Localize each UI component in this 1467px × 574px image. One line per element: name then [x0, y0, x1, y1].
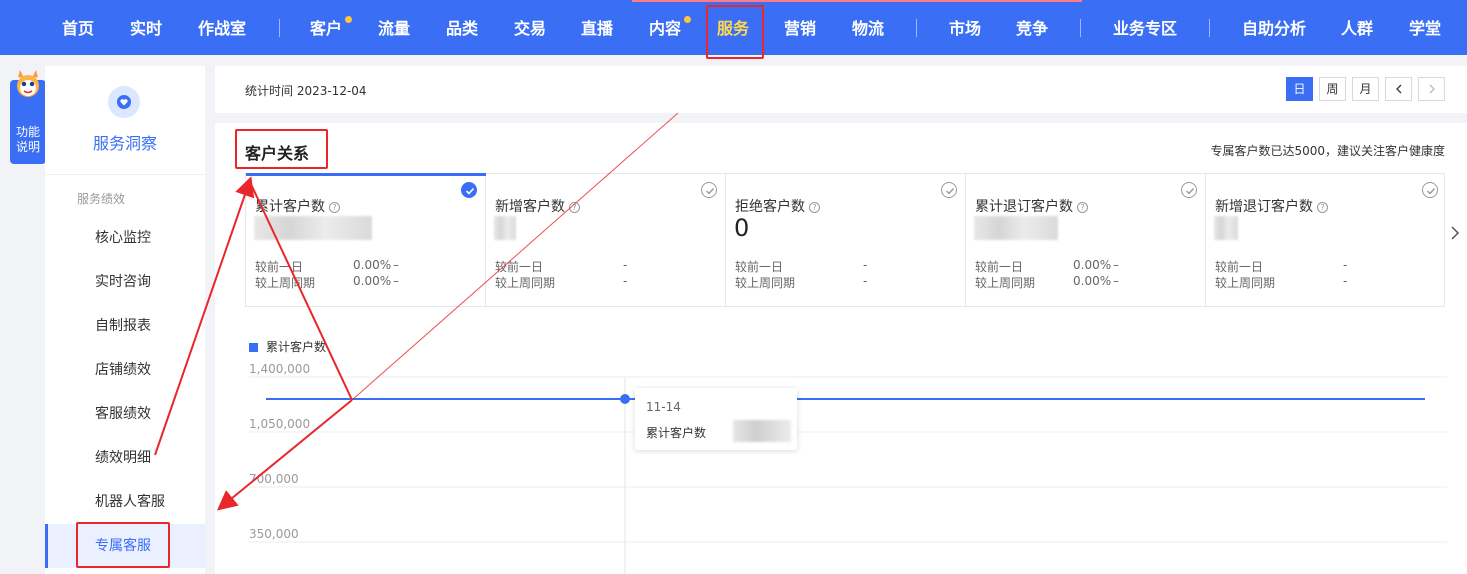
nav-home[interactable]: 首页 — [62, 0, 94, 55]
nav-live[interactable]: 直播 — [581, 0, 613, 55]
nav-separator — [916, 19, 917, 37]
period-day-button[interactable]: 日 — [1286, 77, 1313, 101]
period-month-button[interactable]: 月 — [1352, 77, 1379, 101]
next-date-button[interactable] — [1418, 77, 1445, 101]
chevron-right-icon — [1429, 84, 1435, 94]
nav-content[interactable]: 内容 — [649, 0, 681, 55]
nav-traffic[interactable]: 流量 — [378, 0, 410, 55]
sidebar-item-performance-detail[interactable]: 绩效明细 — [45, 436, 205, 480]
sidebar-item-cs-performance[interactable]: 客服绩效 — [45, 392, 205, 436]
nav-realtime[interactable]: 实时 — [130, 0, 162, 55]
helper-label-line2: 说明 — [15, 140, 40, 154]
date-toolbar: 统计时间 2023-12-04 日 周 月 — [215, 66, 1467, 113]
customer-relationship-card: 客户关系 专属客户数已达5000，建议关注客户健康度 累计客户数? 较前一日 0.… — [215, 123, 1467, 574]
y-tick-label: 1,400,000 — [249, 362, 310, 376]
period-week-button[interactable]: 周 — [1319, 77, 1346, 101]
nav-war-room[interactable]: 作战室 — [198, 0, 246, 55]
y-tick-label: 350,000 — [249, 527, 299, 541]
chart-tooltip: 11-14 累计客户数 — [635, 388, 797, 450]
nav-marketing[interactable]: 营销 — [784, 0, 816, 55]
y-tick-label: 1,050,000 — [249, 417, 310, 431]
nav-transaction[interactable]: 交易 — [514, 0, 546, 55]
nav-separator — [1209, 19, 1210, 37]
sidebar-item-core-monitor[interactable]: 核心监控 — [45, 216, 205, 260]
nav-self-analysis[interactable]: 自助分析 — [1242, 0, 1306, 55]
nav-academy[interactable]: 学堂 — [1409, 0, 1441, 55]
highlight-box-service — [706, 5, 764, 59]
helper-label-line1: 功能 — [15, 125, 40, 139]
nav-separator — [279, 19, 280, 37]
highlight-box-dedicated-cs — [76, 522, 170, 568]
prev-date-button[interactable] — [1385, 77, 1412, 101]
sidebar-item-robot-cs[interactable]: 机器人客服 — [45, 480, 205, 524]
service-insight-logo — [108, 86, 140, 118]
feature-help-tab[interactable]: 功能 说明 — [10, 70, 46, 164]
nav-market[interactable]: 市场 — [949, 0, 981, 55]
sidebar-item-store-performance[interactable]: 店铺绩效 — [45, 348, 205, 392]
chevron-left-icon — [1395, 84, 1401, 94]
data-point-highlight — [620, 394, 630, 404]
tooltip-value-redacted — [733, 420, 791, 442]
heart-shield-icon — [117, 95, 131, 109]
nav-customer[interactable]: 客户 — [310, 0, 342, 55]
tooltip-date: 11-14 — [646, 400, 681, 414]
sidebar-item-custom-report[interactable]: 自制报表 — [45, 304, 205, 348]
nav-category[interactable]: 品类 — [446, 0, 478, 55]
nav-business-zone[interactable]: 业务专区 — [1113, 0, 1177, 55]
y-tick-label: 700,000 — [249, 472, 299, 486]
nav-customer-badge-dot — [345, 16, 352, 23]
nav-crowd[interactable]: 人群 — [1341, 0, 1373, 55]
sidebar: 服务洞察 服务绩效 核心监控 实时咨询 自制报表 店铺绩效 客服绩效 绩效明细 … — [45, 66, 205, 574]
nav-content-badge-dot — [684, 16, 691, 23]
tooltip-series-label: 累计客户数 — [646, 426, 707, 440]
nav-separator — [1080, 19, 1081, 37]
sidebar-group-label: 服务绩效 — [77, 192, 126, 206]
sidebar-divider — [45, 174, 205, 175]
sidebar-item-realtime-consult[interactable]: 实时咨询 — [45, 260, 205, 304]
stat-date-label: 统计时间 2023-12-04 — [245, 84, 367, 98]
customer-trend-chart: 1,400,000 1,050,000 700,000 350,000 — [249, 362, 1447, 574]
sidebar-title: 服务洞察 — [92, 134, 157, 153]
nav-logistics[interactable]: 物流 — [852, 0, 884, 55]
highlight-box-section-title — [235, 129, 328, 169]
mascot-icon — [17, 70, 39, 97]
nav-competition[interactable]: 竞争 — [1016, 0, 1048, 55]
